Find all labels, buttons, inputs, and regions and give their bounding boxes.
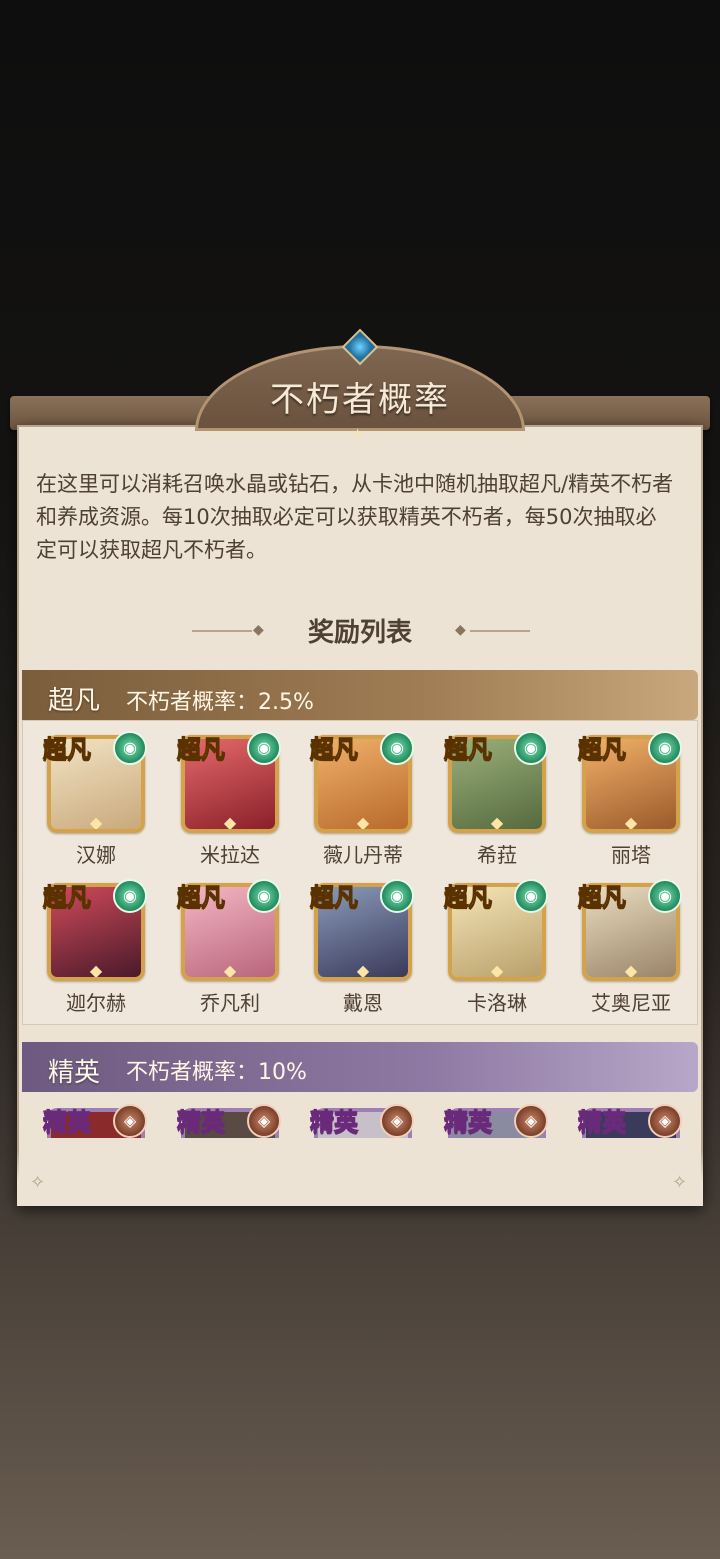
faction-icon: ◉ — [648, 731, 682, 765]
tier-badge: 超凡 — [578, 734, 627, 764]
faction-icon: ◉ — [247, 879, 281, 913]
character-card[interactable]: ◆ 超凡 ◉ 汉娜 — [43, 731, 147, 868]
tier-badge: 超凡 — [177, 734, 226, 764]
tier-rate-super: 不朽者概率：2.5% — [126, 690, 314, 715]
faction-icon: ◈ — [380, 1104, 414, 1138]
character-card[interactable]: ◆ 超凡 ◉ 卡洛琳 — [444, 879, 548, 1016]
faction-icon: ◈ — [247, 1104, 281, 1138]
tier-name-elite: 精英 — [48, 1058, 101, 1088]
tier-badge: 超凡 — [444, 882, 493, 912]
faction-icon: ◈ — [113, 1104, 147, 1138]
elite-character-card[interactable]: 精英 ◈ — [177, 1104, 281, 1138]
diamond-icon: ◆ — [455, 622, 466, 638]
faction-icon: ◉ — [514, 879, 548, 913]
character-name: 米拉达 — [200, 843, 260, 867]
star-icon: ◆ — [490, 961, 504, 980]
character-card[interactable]: ◆ 超凡 ◉ 戴恩 — [310, 879, 414, 1016]
faction-icon: ◈ — [514, 1104, 548, 1138]
tier-badge: 精英 — [177, 1107, 226, 1137]
faction-icon: ◉ — [247, 731, 281, 765]
character-name: 希菈 — [477, 843, 517, 867]
tier-rate-elite: 不朽者概率：10% — [126, 1060, 307, 1085]
divider-left — [192, 630, 252, 632]
tier-badge: 超凡 — [444, 734, 493, 764]
faction-icon: ◉ — [514, 731, 548, 765]
character-card[interactable]: ◆ 超凡 ◉ 薇儿丹蒂 — [310, 731, 414, 868]
character-card[interactable]: ◆ 超凡 ◉ 艾奥尼亚 — [578, 879, 682, 1016]
tier-badge: 超凡 — [310, 734, 359, 764]
page-title: 不朽者概率 — [270, 380, 450, 420]
corner-ornament-icon: ✧ — [30, 1172, 46, 1193]
tier-header-elite — [22, 1042, 698, 1092]
bottom-ornament — [17, 1150, 703, 1206]
corner-ornament-icon: ✧ — [672, 1172, 688, 1193]
character-name: 薇儿丹蒂 — [323, 843, 403, 867]
tier-badge: 超凡 — [177, 882, 226, 912]
star-icon: ◆ — [624, 961, 638, 980]
tier-badge: 精英 — [43, 1107, 92, 1137]
character-name: 迦尔赫 — [66, 991, 126, 1015]
tier-badge: 超凡 — [310, 882, 359, 912]
reward-list-title: 奖励列表 — [307, 618, 412, 648]
character-name: 汉娜 — [76, 843, 116, 867]
character-name: 乔凡利 — [200, 991, 260, 1015]
star-icon: ◆ — [223, 961, 237, 980]
tier-badge: 超凡 — [43, 734, 92, 764]
star-icon: ◆ — [356, 813, 370, 832]
star-icon: ◆ — [356, 961, 370, 980]
faction-icon: ◉ — [113, 879, 147, 913]
character-name: 艾奥尼亚 — [591, 991, 671, 1015]
faction-icon: ◈ — [648, 1104, 682, 1138]
tier-badge: 超凡 — [578, 882, 627, 912]
elite-character-card[interactable]: 精英 ◈ — [43, 1104, 147, 1138]
character-name: 戴恩 — [343, 991, 383, 1015]
faction-icon: ◉ — [648, 879, 682, 913]
description-text: 在这里可以消耗召唤水晶或钻石，从卡池中随机抽取超凡/精英不朽者和养成资源。每10… — [36, 472, 674, 562]
faction-icon: ◉ — [380, 879, 414, 913]
character-name: 卡洛琳 — [467, 991, 527, 1015]
elite-character-card[interactable]: 精英 ◈ — [310, 1104, 414, 1138]
tier-badge: 精英 — [310, 1107, 359, 1137]
star-icon: ◆ — [223, 813, 237, 832]
character-card[interactable]: ◆ 超凡 ◉ 乔凡利 — [177, 879, 281, 1016]
divider-right — [470, 630, 530, 632]
star-icon: ◆ — [89, 813, 103, 832]
elite-character-card[interactable]: 精英 ◈ — [578, 1104, 682, 1138]
character-card[interactable]: ◆ 超凡 ◉ 丽塔 — [578, 731, 682, 868]
faction-icon: ◉ — [113, 731, 147, 765]
faction-icon: ◉ — [380, 731, 414, 765]
character-card[interactable]: ◆ 超凡 ◉ 米拉达 — [177, 731, 281, 868]
tier-badge: 超凡 — [43, 882, 92, 912]
elite-character-card[interactable]: 精英 ◈ — [444, 1104, 548, 1138]
character-card[interactable]: ◆ 超凡 ◉ 迦尔赫 — [43, 879, 147, 1016]
star-icon: ◆ — [89, 961, 103, 980]
tier-badge: 精英 — [444, 1107, 493, 1137]
star-icon: ◆ — [490, 813, 504, 832]
character-name: 丽塔 — [611, 843, 651, 867]
tier-name-super: 超凡 — [48, 686, 101, 716]
character-card[interactable]: ◆ 超凡 ◉ 希菈 — [444, 731, 548, 868]
tier-header-super — [22, 670, 698, 720]
sparkle-icon: ✦ — [350, 425, 366, 446]
star-icon: ◆ — [624, 813, 638, 832]
tier-badge: 精英 — [578, 1107, 627, 1137]
